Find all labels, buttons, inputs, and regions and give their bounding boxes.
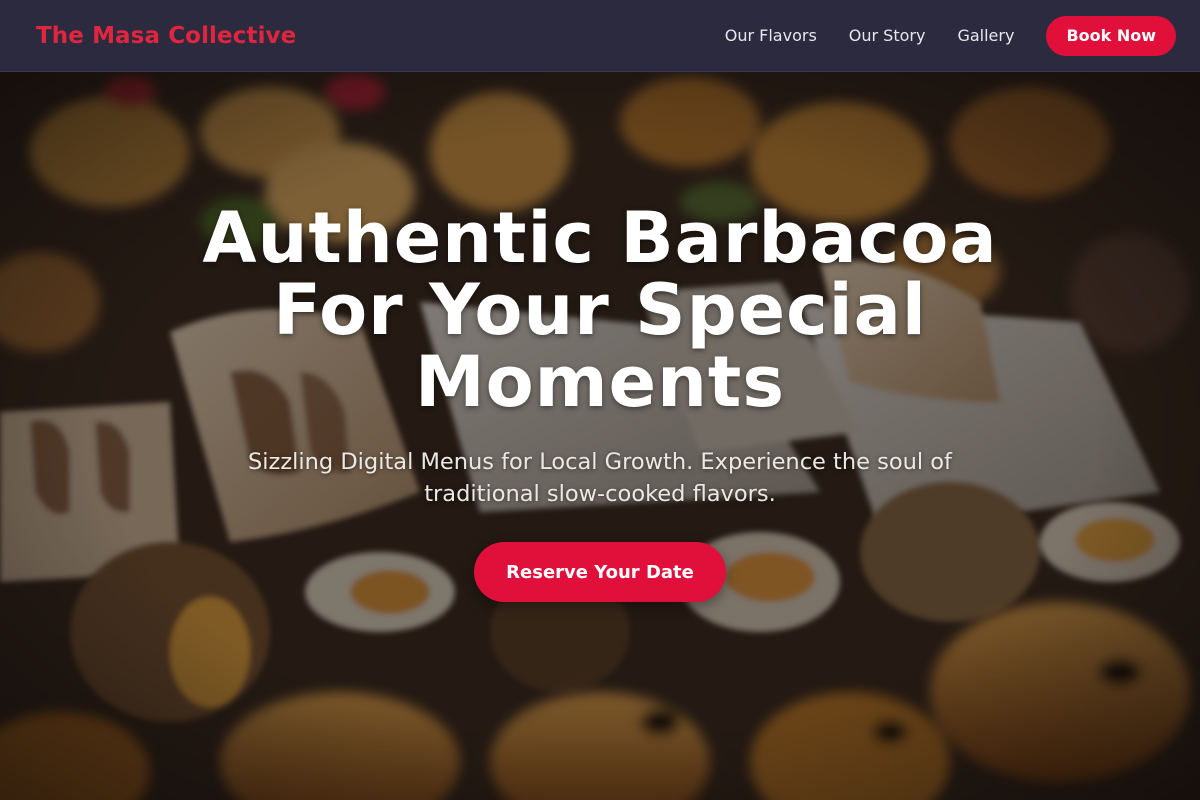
hero-section: Authentic Barbacoa For Your Special Mome…	[0, 72, 1200, 800]
book-now-button[interactable]: Book Now	[1046, 15, 1176, 56]
reserve-date-button[interactable]: Reserve Your Date	[474, 542, 726, 602]
nav-link-our-flavors[interactable]: Our Flavors	[725, 26, 817, 45]
top-navbar: The Masa Collective Our Flavors Our Stor…	[0, 0, 1200, 72]
hero-subtitle: Sizzling Digital Menus for Local Growth.…	[248, 449, 952, 507]
nav-link-gallery[interactable]: Gallery	[957, 26, 1014, 45]
brand-logo[interactable]: The Masa Collective	[36, 23, 296, 49]
hero-title: Authentic Barbacoa For Your Special Mome…	[202, 197, 998, 423]
hero-content: Authentic Barbacoa For Your Special Mome…	[0, 72, 1200, 800]
nav-link-our-story[interactable]: Our Story	[849, 26, 926, 45]
nav-links: Our Flavors Our Story Gallery Book Now	[725, 15, 1176, 56]
